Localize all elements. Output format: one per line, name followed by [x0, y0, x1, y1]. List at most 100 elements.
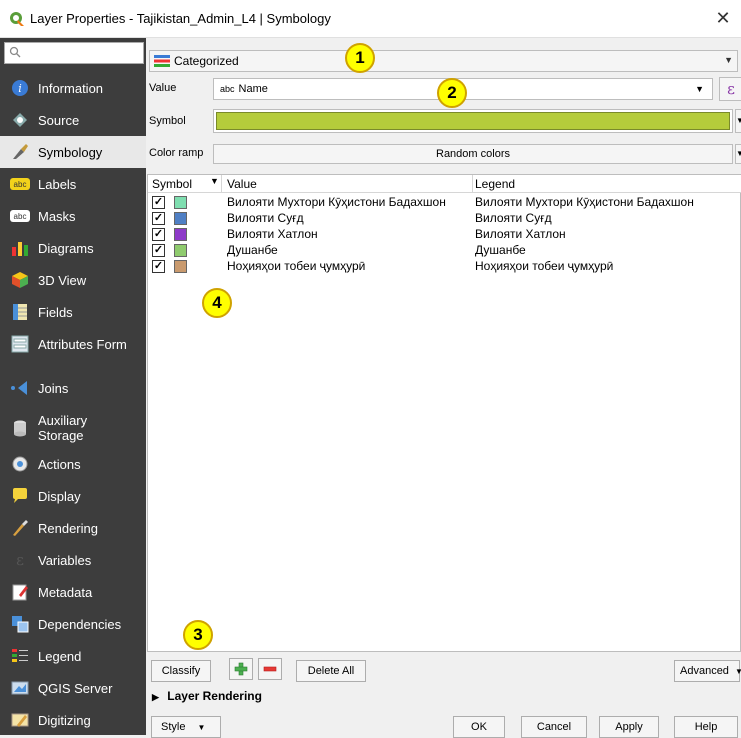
- masks-icon: abc: [10, 206, 30, 226]
- sidebar-item-fields[interactable]: Fields: [0, 296, 146, 328]
- sort-arrow-icon: ▼: [210, 176, 219, 186]
- sidebar-item-source[interactable]: Source: [0, 104, 146, 136]
- table-row[interactable]: ✓ Вилояти Суғд Вилояти Суғд: [148, 211, 741, 226]
- symbol-button[interactable]: [213, 109, 733, 133]
- search-icon: [9, 46, 21, 58]
- category-color-swatch[interactable]: [174, 228, 187, 241]
- sidebar-item-metadata[interactable]: Metadata: [0, 576, 146, 608]
- color-ramp-menu-arrow[interactable]: ▼: [735, 144, 741, 164]
- labels-icon: abc: [10, 174, 30, 194]
- sidebar-item-diagrams[interactable]: Diagrams: [0, 232, 146, 264]
- sidebar-item-joins[interactable]: Joins: [0, 372, 146, 404]
- chevron-down-icon: ▼: [724, 55, 733, 65]
- diagrams-icon: [10, 238, 30, 258]
- 3d-view-icon: [10, 270, 30, 290]
- category-checkbox[interactable]: ✓: [152, 196, 165, 209]
- table-header: Symbol ▼ Value Legend: [148, 175, 741, 193]
- sidebar-item-qgis-server[interactable]: QGIS Server: [0, 672, 146, 704]
- minus-icon: [263, 666, 277, 672]
- category-color-swatch[interactable]: [174, 260, 187, 273]
- renderer-select[interactable]: Categorized ▼: [149, 50, 738, 72]
- sidebar-item-display[interactable]: Display: [0, 480, 146, 512]
- classify-button[interactable]: Classify: [151, 660, 211, 682]
- close-icon[interactable]: ✕: [713, 8, 733, 28]
- chevron-down-icon: ▼: [695, 84, 704, 94]
- annotation-marker-4: 4: [202, 288, 232, 318]
- category-checkbox[interactable]: ✓: [152, 212, 165, 225]
- color-ramp-row: Color ramp Random colors ▼: [149, 142, 741, 168]
- joins-icon: [10, 378, 30, 398]
- attributes-form-icon: [10, 334, 30, 354]
- column-header-value[interactable]: Value: [227, 177, 257, 191]
- table-row[interactable]: ✓ Вилояти Мухтори Кӯҳистони Бадахшон Вил…: [148, 195, 741, 210]
- auxiliary-storage-icon: [10, 418, 30, 438]
- sidebar-item-symbology[interactable]: Symbology: [0, 136, 146, 168]
- svg-text:i: i: [18, 82, 22, 95]
- category-color-swatch[interactable]: [174, 196, 187, 209]
- qgis-logo-icon: [10, 12, 24, 26]
- chevron-down-icon: ▼: [735, 667, 741, 676]
- info-icon: i: [10, 78, 30, 98]
- column-header-symbol[interactable]: Symbol: [152, 177, 192, 191]
- chevron-right-icon: ▶: [152, 692, 159, 702]
- title-bar: Layer Properties - Tajikistan_Admin_L4 |…: [0, 0, 741, 38]
- legend-icon: [10, 646, 30, 666]
- sidebar-item-information[interactable]: i Information: [0, 72, 146, 104]
- table-row[interactable]: ✓ Вилояти Хатлон Вилояти Хатлон: [148, 227, 741, 242]
- source-icon: [10, 110, 30, 130]
- category-color-swatch[interactable]: [174, 212, 187, 225]
- sidebar-item-variables[interactable]: ε Variables: [0, 544, 146, 576]
- text-field-icon: abc: [220, 84, 235, 94]
- advanced-button[interactable]: Advanced ▼: [674, 660, 741, 682]
- plus-icon: [234, 662, 248, 676]
- sidebar-item-3d-view[interactable]: 3D View: [0, 264, 146, 296]
- table-row[interactable]: ✓ Ноҳияҳои тобеи ҷумҳурӣ Ноҳияҳои тобеи …: [148, 259, 741, 274]
- display-icon: [10, 486, 30, 506]
- category-checkbox[interactable]: ✓: [152, 260, 165, 273]
- svg-text:abc: abc: [14, 212, 27, 221]
- categories-table: Symbol ▼ Value Legend ✓ Вилояти Мухтори …: [147, 174, 741, 652]
- annotation-marker-1: 1: [345, 43, 375, 73]
- symbology-panel: Categorized ▼ Value abc Name ▼ ε Symbol …: [146, 38, 741, 738]
- svg-text:abc: abc: [14, 180, 27, 189]
- symbol-row: Symbol ▼: [149, 108, 741, 134]
- window-title: Layer Properties - Tajikistan_Admin_L4 |…: [30, 11, 331, 26]
- column-header-legend[interactable]: Legend: [475, 177, 515, 191]
- rendering-icon: [10, 518, 30, 538]
- sidebar-item-masks[interactable]: abc Masks: [0, 200, 146, 232]
- digitizing-icon: [10, 710, 30, 730]
- categorized-renderer-icon: [154, 55, 170, 67]
- qgis-server-icon: [10, 678, 30, 698]
- category-checkbox[interactable]: ✓: [152, 228, 165, 241]
- sidebar-item-dependencies[interactable]: Dependencies: [0, 608, 146, 640]
- svg-text:ε: ε: [16, 551, 24, 569]
- dependencies-icon: [10, 614, 30, 634]
- search-input[interactable]: [4, 42, 144, 64]
- sidebar-item-labels[interactable]: abc Labels: [0, 168, 146, 200]
- sidebar: i Information Source Symbology abc Label…: [0, 38, 146, 735]
- chevron-down-icon: ▼: [197, 723, 206, 732]
- category-checkbox[interactable]: ✓: [152, 244, 165, 257]
- fields-icon: [10, 302, 30, 322]
- expression-button[interactable]: ε: [719, 77, 741, 101]
- variables-icon: ε: [10, 550, 30, 570]
- annotation-marker-2: 2: [437, 78, 467, 108]
- add-category-button[interactable]: [229, 658, 253, 680]
- delete-all-button[interactable]: Delete All: [296, 660, 366, 682]
- layer-rendering-section[interactable]: ▶ Layer Rendering: [152, 689, 262, 703]
- table-row[interactable]: ✓ Душанбе Душанбе: [148, 243, 741, 258]
- sidebar-item-rendering[interactable]: Rendering: [0, 512, 146, 544]
- annotation-marker-3: 3: [183, 620, 213, 650]
- sidebar-item-legend[interactable]: Legend: [0, 640, 146, 672]
- category-color-swatch[interactable]: [174, 244, 187, 257]
- sidebar-item-auxiliary-storage[interactable]: Auxiliary Storage: [0, 408, 146, 448]
- color-ramp-select[interactable]: Random colors: [213, 144, 733, 164]
- sidebar-item-digitizing[interactable]: Digitizing: [0, 704, 146, 736]
- symbol-menu-arrow[interactable]: ▼: [735, 109, 741, 133]
- sidebar-item-actions[interactable]: Actions: [0, 448, 146, 480]
- actions-icon: [10, 454, 30, 474]
- symbol-color-swatch: [216, 112, 730, 130]
- remove-category-button[interactable]: [258, 658, 282, 680]
- metadata-icon: [10, 582, 30, 602]
- sidebar-item-attributes-form[interactable]: Attributes Form: [0, 328, 146, 360]
